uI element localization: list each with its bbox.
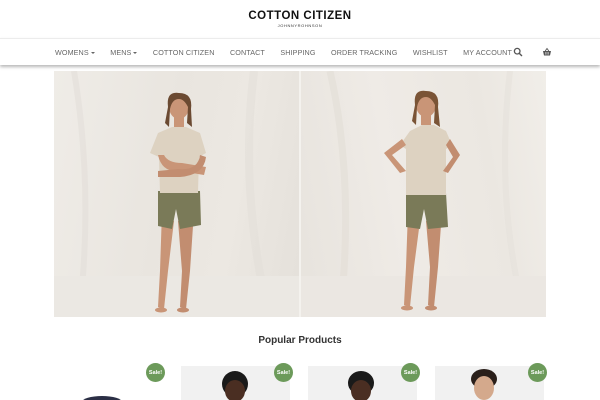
sale-badge: Sale! [146, 363, 165, 382]
sale-badge: Sale! [528, 363, 547, 382]
model-hands-on-hips-illustration [300, 71, 546, 317]
logo-tagline: JOHNNYROHNSON [277, 23, 323, 28]
popular-products-heading: Popular Products [258, 335, 342, 346]
nav-item-label: SHIPPING [280, 47, 316, 57]
nav-item-shipping[interactable]: SHIPPING [280, 48, 315, 57]
nav-item-label: CONTACT [229, 47, 265, 57]
logo-brand-name: COTTON CITIZEN [248, 10, 352, 22]
nav-item-label: ORDER TRACKING [331, 47, 398, 57]
search-icon[interactable] [513, 47, 523, 57]
nav-item-cotton-citizen[interactable]: COTTON CITIZEN [153, 48, 215, 57]
hero-image-arms-crossed [54, 71, 300, 317]
caret-down-icon [133, 51, 138, 54]
nav-item-my-account[interactable]: MY ACCOUNT [463, 48, 512, 57]
nav-item-contact[interactable]: CONTACT [230, 48, 265, 57]
nav-item-order-tracking[interactable]: ORDER TRACKING [331, 48, 397, 57]
sale-badge: Sale! [274, 363, 293, 382]
nav-item-label: WOMENS [55, 47, 89, 57]
basket-icon[interactable] [542, 47, 552, 57]
site-logo[interactable]: COTTON CITIZEN JOHNNYROHNSON [0, 10, 600, 29]
nav-item-womens[interactable]: WOMENS [55, 48, 95, 57]
hero-image-hands-on-hips [300, 71, 546, 317]
caret-down-icon [90, 51, 95, 54]
nav-menu: WOMENS MENS COTTON CITIZEN CONTACT SHIPP… [55, 39, 527, 65]
nav-item-label: COTTON CITIZEN [152, 47, 215, 57]
hero-banner[interactable] [54, 71, 546, 317]
nav-item-wishlist[interactable]: WISHLIST [413, 48, 448, 57]
site-header: COTTON CITIZEN JOHNNYROHNSON [0, 0, 600, 38]
nav-item-mens[interactable]: MENS [110, 47, 138, 57]
main-navigation: WOMENS MENS COTTON CITIZEN CONTACT SHIPP… [0, 38, 600, 65]
model-arms-crossed-illustration [54, 71, 300, 317]
nav-item-label: MY ACCOUNT [463, 47, 512, 57]
nav-item-label: MENS [110, 47, 132, 57]
nav-item-label: WISHLIST [412, 47, 448, 57]
sale-badge: Sale! [401, 363, 420, 382]
hero-divider [299, 71, 301, 317]
